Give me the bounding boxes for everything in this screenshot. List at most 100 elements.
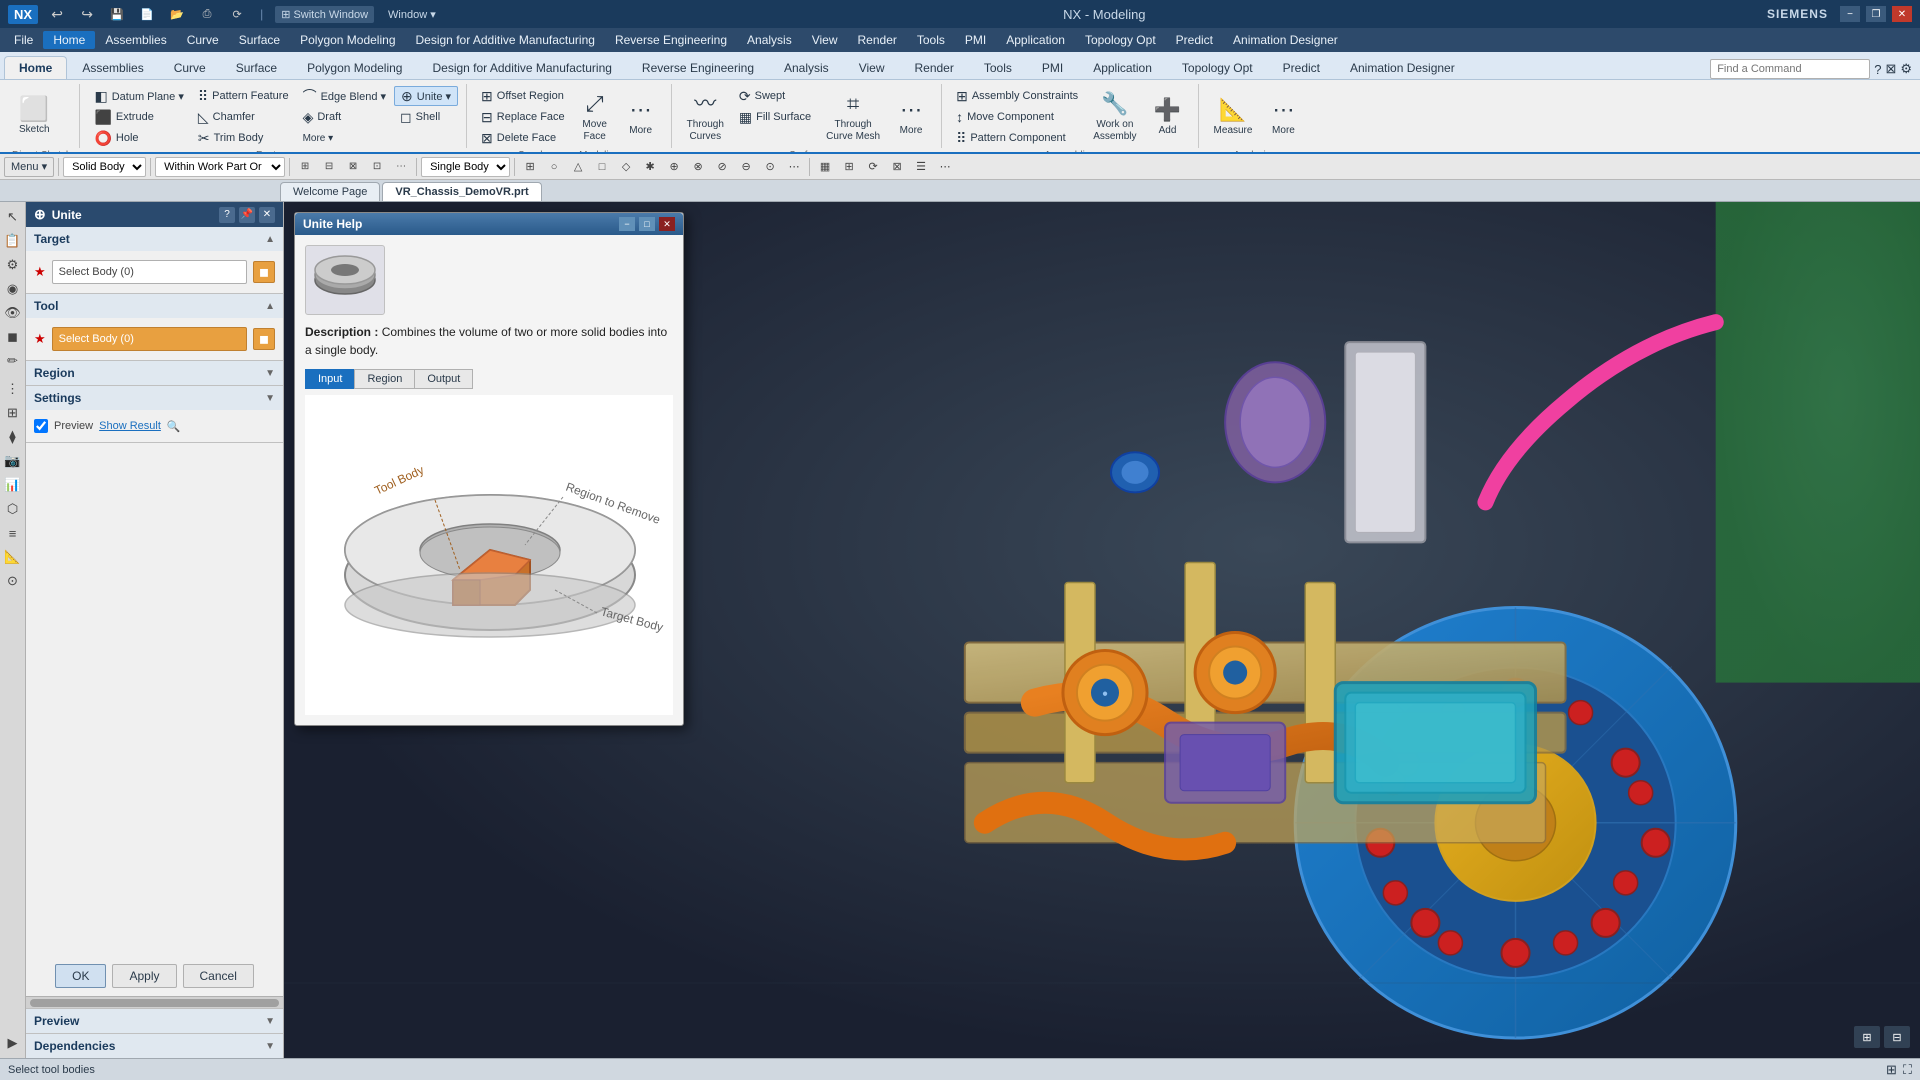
tab-pmi[interactable]: PMI [1027, 56, 1078, 79]
tab-application[interactable]: Application [1078, 56, 1167, 79]
lt-feature-btn[interactable]: ⧫ [2, 426, 24, 448]
display-btn4[interactable]: ⊠ [886, 156, 908, 178]
cancel-btn[interactable]: Cancel [183, 964, 254, 988]
title-open[interactable]: 📂 [166, 3, 188, 25]
menu-topology[interactable]: Topology Opt [1075, 31, 1166, 49]
title-redo[interactable]: ↪ [76, 3, 98, 25]
snap5-btn[interactable]: ⋯ [390, 156, 412, 178]
title-save[interactable]: 💾 [106, 3, 128, 25]
switch-window-btn[interactable]: ⊞ Switch Window [275, 6, 374, 23]
edge-blend-btn[interactable]: ⌒ Edge Blend ▾ [297, 86, 392, 106]
view-btn10[interactable]: ⊖ [735, 156, 757, 178]
measure-btn[interactable]: 📐 Measure [1207, 86, 1260, 148]
display-btn1[interactable]: ▦ [814, 156, 836, 178]
side-panel-scroll[interactable]: Target ▲ ★ Select Body (0) ◼ Tool ▲ [26, 227, 283, 956]
region-section-header[interactable]: Region ▼ [26, 361, 283, 385]
menu-assemblies[interactable]: Assemblies [95, 31, 176, 49]
view-btn12[interactable]: ⋯ [783, 156, 805, 178]
settings-section-header[interactable]: Settings ▼ [26, 386, 283, 410]
snap4-btn[interactable]: ⊡ [366, 156, 388, 178]
lt-layer-btn[interactable]: ≡ [2, 522, 24, 544]
tab-home[interactable]: Home [4, 56, 67, 79]
lt-body-btn[interactable]: ◼ [2, 326, 24, 348]
work-on-assembly-btn[interactable]: 🔧 Work onAssembly [1086, 86, 1143, 148]
ok-btn[interactable]: OK [55, 964, 106, 988]
tab-assemblies[interactable]: Assemblies [67, 56, 158, 79]
lt-view-btn[interactable]: 👁 [2, 302, 24, 324]
side-panel-bottom-scroll[interactable] [26, 996, 283, 1008]
view-btn8[interactable]: ⊗ [687, 156, 709, 178]
tab-view[interactable]: View [844, 56, 900, 79]
menu-additive[interactable]: Design for Additive Manufacturing [406, 31, 605, 49]
unite-help-maximize-btn[interactable]: □ [639, 217, 655, 231]
lt-analysis-btn[interactable]: 📊 [2, 474, 24, 496]
shell-btn[interactable]: ◻ Shell [394, 107, 458, 127]
swept-btn[interactable]: ⟳ Swept [733, 86, 817, 106]
ribbon-expand-btn[interactable]: ⊠ [1885, 61, 1896, 77]
through-curve-mesh-btn[interactable]: ⌗ ThroughCurve Mesh [819, 86, 887, 148]
lt-sketch2-btn[interactable]: ⬡ [2, 498, 24, 520]
panel-close-btn[interactable]: ✕ [259, 207, 275, 223]
view-btn9[interactable]: ⊘ [711, 156, 733, 178]
title-misc2[interactable]: ⟳ [226, 3, 248, 25]
unite-btn[interactable]: ⊕ Unite ▾ [394, 86, 458, 106]
view-btn5[interactable]: ◇ [615, 156, 637, 178]
menu-file[interactable]: File [4, 31, 43, 49]
viewport-fit-btn[interactable]: ⊞ [1854, 1026, 1880, 1048]
target-section-header[interactable]: Target ▲ [26, 227, 283, 251]
unite-help-close-btn[interactable]: ✕ [659, 217, 675, 231]
unite-help-dialog[interactable]: Unite Help − □ ✕ [294, 212, 684, 726]
trim-body-btn[interactable]: ✂ Trim Body [192, 128, 295, 148]
datum-plane-btn[interactable]: ◧ Datum Plane ▾ [88, 86, 189, 106]
display-btn3[interactable]: ⟳ [862, 156, 884, 178]
dependencies-header[interactable]: Dependencies ▼ [26, 1034, 283, 1058]
extrude-btn[interactable]: ⬛ Extrude [88, 107, 189, 127]
menu-tools[interactable]: Tools [907, 31, 955, 49]
delete-face-btn[interactable]: ⊠ Delete Face [475, 128, 571, 148]
menu-pmi[interactable]: PMI [955, 31, 996, 49]
move-component-btn[interactable]: ↕ Move Component [950, 107, 1084, 127]
display-btn2[interactable]: ⊞ [838, 156, 860, 178]
move-face-btn[interactable]: ⤢ MoveFace [573, 86, 617, 148]
lt-color-btn[interactable]: ▶ [2, 1032, 24, 1054]
menu-view[interactable]: View [802, 31, 848, 49]
pattern-component-btn[interactable]: ⠿ Pattern Component [950, 128, 1084, 148]
lt-nav-btn[interactable]: ⋮ [2, 378, 24, 400]
help-tab-input[interactable]: Input [305, 369, 354, 389]
display-btn5[interactable]: ☰ [910, 156, 932, 178]
menu-render[interactable]: Render [848, 31, 907, 49]
view-btn11[interactable]: ⊙ [759, 156, 781, 178]
lt-measure2-btn[interactable]: 📐 [2, 546, 24, 568]
tab-tools[interactable]: Tools [969, 56, 1027, 79]
help-tab-region[interactable]: Region [354, 369, 414, 389]
assembly-constraints-btn[interactable]: ⊞ Assembly Constraints [950, 86, 1084, 106]
tab-surface[interactable]: Surface [221, 56, 292, 79]
show-result-link[interactable]: Show Result [99, 420, 161, 432]
title-misc1[interactable]: ⎙ [196, 3, 218, 25]
view-btn4[interactable]: □ [591, 156, 613, 178]
chamfer-btn[interactable]: ◺ Chamfer [192, 107, 295, 127]
snap3-btn[interactable]: ⊠ [342, 156, 364, 178]
view-btn7[interactable]: ⊕ [663, 156, 685, 178]
single-body-dropdown[interactable]: Single Body [421, 157, 510, 177]
menu-reverse[interactable]: Reverse Engineering [605, 31, 737, 49]
preview-checkbox[interactable] [34, 419, 48, 433]
tab-polygon[interactable]: Polygon Modeling [292, 56, 417, 79]
lt-history-btn[interactable]: 📋 [2, 230, 24, 252]
title-new[interactable]: 📄 [136, 3, 158, 25]
ribbon-settings-btn[interactable]: ⚙ [1900, 61, 1912, 77]
snap-btn[interactable]: ⊞ [294, 156, 316, 178]
tab-reverse[interactable]: Reverse Engineering [627, 56, 769, 79]
preview-collapse-header[interactable]: Preview ▼ [26, 1009, 283, 1033]
lt-cam-btn[interactable]: 📷 [2, 450, 24, 472]
tab-animation[interactable]: Animation Designer [1335, 56, 1470, 79]
tab-curve[interactable]: Curve [159, 56, 221, 79]
status-fullscreen-btn[interactable]: ⛶ [1903, 1062, 1912, 1078]
panel-help-btn[interactable]: ? [219, 207, 235, 223]
fill-surface-btn[interactable]: ▦ Fill Surface [733, 107, 817, 127]
help-tab-output[interactable]: Output [414, 369, 473, 389]
view-btn6[interactable]: ✱ [639, 156, 661, 178]
within-work-part-dropdown[interactable]: Within Work Part Or [155, 157, 285, 177]
hole-btn[interactable]: ⭕ Hole [88, 128, 189, 148]
menu-btn[interactable]: Menu ▾ [4, 157, 54, 177]
